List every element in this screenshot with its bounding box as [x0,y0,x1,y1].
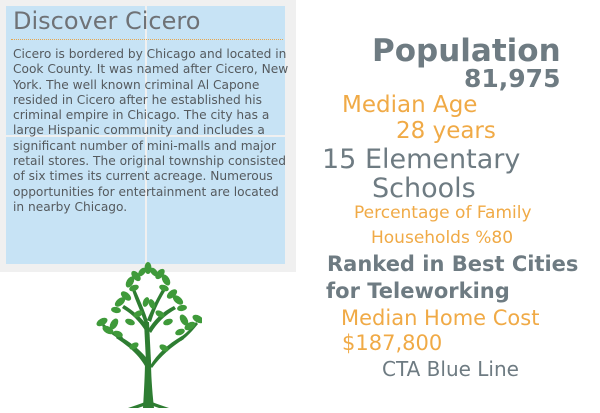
ranked-line-1: Ranked in Best Cities [327,252,579,276]
median-home-cost-label: Median Home Cost [341,306,540,330]
schools-line-1: 15 Elementary [322,144,521,175]
card-body-text: Cicero is bordered by Chicago and locate… [13,47,289,214]
title-divider [11,39,283,40]
family-households-line-1: Percentage of Family [354,203,532,223]
transit-line: CTA Blue Line [382,357,519,381]
about-card: Discover Cicero Cicero is bordered by Ch… [0,0,296,272]
family-households-line-2: Households %80 [371,228,514,248]
median-home-cost-value: $187,800 [342,331,443,355]
population-label: Population [372,33,561,69]
population-value: 81,975 [464,64,561,93]
median-age-value: 28 years [396,118,496,144]
schools-line-2: Schools [372,173,476,204]
ranked-line-2: for Teleworking [326,279,510,303]
card-title: Discover Cicero [13,7,201,35]
tree-icon [96,262,202,408]
median-age-label: Median Age [342,92,478,118]
